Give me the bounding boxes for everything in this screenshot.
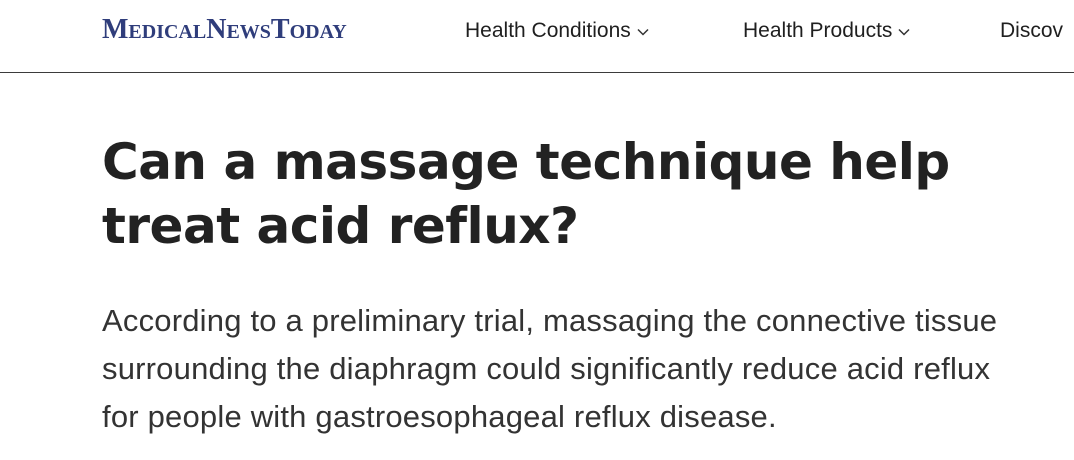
nav-health-conditions[interactable]: Health Conditions [465, 17, 649, 45]
nav-discover[interactable]: Discov [1000, 17, 1063, 45]
nav-health-conditions-label: Health Conditions [465, 19, 631, 42]
chevron-down-icon [898, 16, 910, 44]
article-dek: According to a preliminary trial, massag… [102, 303, 998, 434]
nav-discover-label: Discov [1000, 19, 1064, 42]
chevron-down-icon [637, 16, 649, 44]
site-header: MedicalNewsToday Health Conditions Healt… [0, 0, 1074, 73]
nav-health-products[interactable]: Health Products [743, 17, 910, 45]
site-logo[interactable]: MedicalNewsToday [102, 12, 347, 48]
article-title: Can a massage technique help treat acid … [102, 133, 950, 255]
nav-health-products-label: Health Products [743, 19, 893, 42]
